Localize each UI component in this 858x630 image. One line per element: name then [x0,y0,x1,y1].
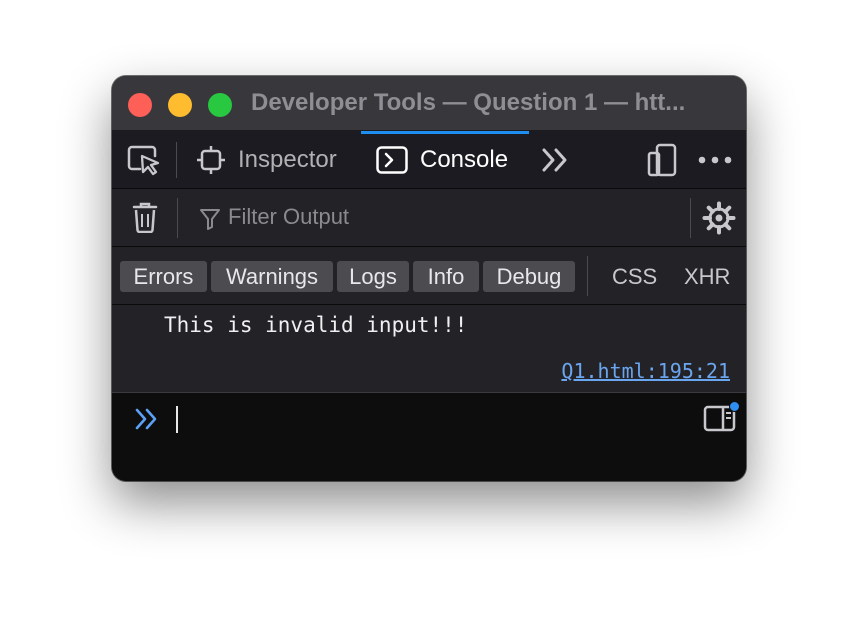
more-tools-chevron-icon[interactable] [541,147,571,173]
maximize-window-button[interactable] [208,93,232,117]
tab-console[interactable]: Console [361,131,529,188]
toolbar-separator [176,142,177,178]
filter-logs-toggle[interactable]: Logs [337,261,409,292]
window-title: Developer Tools — Question 1 — htt... [251,89,686,116]
title-bar: Developer Tools — Question 1 — htt... [112,76,746,131]
filter-info-toggle[interactable]: Info [413,261,479,292]
filter-warnings-toggle[interactable]: Warnings [211,261,333,292]
tab-inspector[interactable]: Inspector [196,131,337,188]
close-window-button[interactable] [128,93,152,117]
filter-errors-toggle[interactable]: Errors [120,261,207,292]
log-level-filter-bar: Errors Warnings Logs Info Debug CSS XHR [112,247,746,305]
console-message-text: This is invalid input!!! [164,313,468,337]
inspector-icon [196,145,226,175]
message-source-link[interactable]: Q1.html:195:21 [561,359,730,383]
toolbar-separator [177,198,178,238]
tab-label: Console [420,145,509,173]
console-icon [376,145,408,174]
filter-xhr-toggle[interactable]: XHR [684,261,730,292]
filter-debug-toggle[interactable]: Debug [483,261,575,292]
toolbar-separator [690,198,691,238]
toolbox-tabbar: Inspector Console [112,131,746,189]
notification-dot [729,401,740,412]
tab-label: Inspector [238,145,337,173]
prompt-chevron-icon [134,408,160,430]
minimize-window-button[interactable] [168,93,192,117]
text-caret [176,406,178,433]
devtools-window: Developer Tools — Question 1 — htt... In… [112,76,746,481]
trash-icon[interactable] [132,201,158,233]
filter-css-toggle[interactable]: CSS [612,261,657,292]
responsive-design-icon[interactable] [647,143,679,177]
gear-icon[interactable] [702,201,736,235]
filter-output-input[interactable] [228,201,668,233]
pick-element-icon[interactable] [127,144,161,176]
filter-icon [199,208,221,230]
toolbar-separator [587,256,588,296]
console-input[interactable] [112,393,746,481]
console-output: This is invalid input!!! Q1.html:195:21 [112,305,746,393]
meatball-menu-icon[interactable] [698,156,732,164]
console-filter-bar [112,189,746,247]
